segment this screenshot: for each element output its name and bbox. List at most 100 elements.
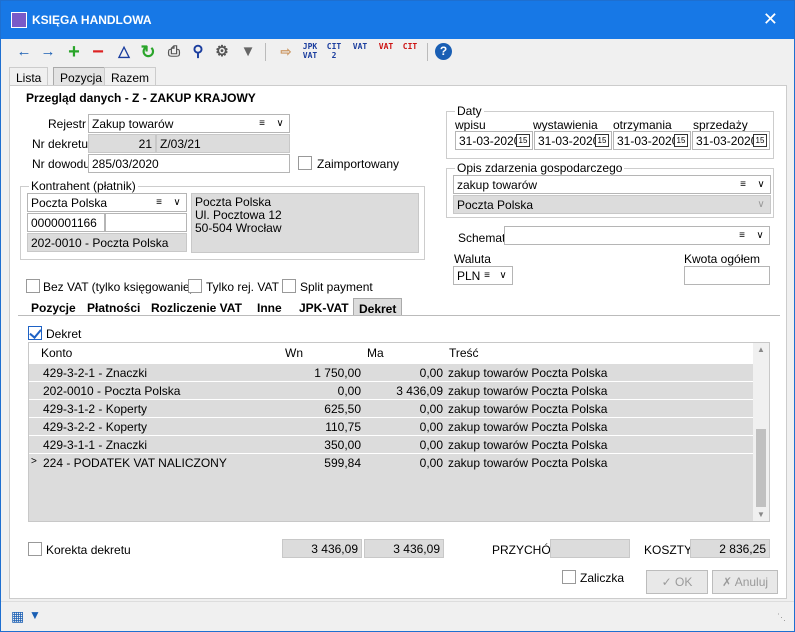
rejestr-value: Zakup towarów	[92, 117, 174, 131]
sprzedazy-value: 31-03-2020	[696, 134, 758, 148]
cell-wn: 110,75	[325, 420, 361, 434]
list-icon: ≡	[740, 179, 746, 190]
waluta-select[interactable]: PLN ≡ ∨	[453, 266, 513, 285]
calendar-icon[interactable]: 15	[753, 134, 767, 147]
filter-settings-icon[interactable]: ▼	[29, 608, 41, 622]
kontrahent-name: Poczta Polska	[31, 196, 108, 210]
check-icon: ✓	[661, 575, 672, 589]
tab-inne[interactable]: Inne	[252, 298, 287, 316]
kontrahent-code-extra[interactable]	[105, 213, 187, 232]
delete-icon[interactable]: −	[87, 41, 109, 63]
wystawienia-date[interactable]: 31-03-2020 15	[534, 131, 612, 150]
tab-rozliczenie-vat[interactable]: Rozliczenie VAT	[146, 298, 247, 316]
vat-alert-icon[interactable]: VAT	[375, 42, 397, 64]
table-row[interactable]: 429-3-1-1 - Znaczki 350,00 0,00 zakup to…	[29, 435, 753, 453]
calendar-icon[interactable]: 15	[674, 134, 688, 147]
tab-lista[interactable]: Lista	[9, 67, 49, 86]
calendar-icon[interactable]: 15	[516, 134, 530, 147]
print-icon[interactable]: ⎙	[163, 41, 185, 63]
cit-alert-icon[interactable]: CIT	[399, 42, 421, 64]
split-payment-label: Split payment	[300, 280, 373, 294]
opis-line2: Poczta Polska ∨	[453, 195, 771, 214]
rejestr-select[interactable]: Zakup towarów ≡ ∨	[88, 114, 290, 133]
dekret-checkbox[interactable]	[28, 326, 42, 340]
kwota-input[interactable]	[684, 266, 770, 285]
kontrahent-code[interactable]: 0000001166	[27, 213, 105, 232]
opis-line1-select[interactable]: zakup towarów ≡ ∨	[453, 175, 771, 194]
tab-pozycje[interactable]: Pozycje	[26, 298, 81, 316]
ok-button[interactable]: ✓ OK	[646, 570, 708, 594]
window-title: KSIĘGA HANDLOWA	[32, 13, 152, 27]
tab-platnosci[interactable]: Płatności	[82, 298, 145, 316]
kontrahent-select[interactable]: Poczta Polska ≡ ∨	[27, 193, 187, 212]
document-arrow-icon[interactable]: ⇨	[275, 41, 297, 63]
header-konto[interactable]: Konto	[41, 346, 72, 360]
toolbar: ← → + − △ ↻ ⎙ ⚲ ⚙ ▼ ⇨ JPK VAT CIT 2 VAT …	[1, 39, 794, 65]
scroll-down-icon[interactable]: ▼	[757, 510, 765, 519]
table-row[interactable]: 429-3-2-2 - Koperty 110,75 0,00 zakup to…	[29, 417, 753, 435]
header-ma[interactable]: Ma	[367, 346, 384, 360]
refresh-icon[interactable]: ↻	[137, 41, 159, 63]
wpisu-value: 31-03-2020	[459, 134, 521, 148]
bez-vat-checkbox[interactable]	[26, 279, 40, 293]
vat-doc-icon[interactable]: VAT	[349, 42, 371, 64]
cell-tresc: zakup towarów Poczta Polska	[448, 366, 608, 380]
split-payment-checkbox[interactable]	[282, 279, 296, 293]
resize-grip-icon[interactable]: ⋱	[777, 612, 786, 623]
opis-line2-text: Poczta Polska	[457, 198, 534, 212]
table-row[interactable]: 202-0010 - Poczta Polska 0,00 3 436,09 z…	[29, 381, 753, 399]
filter-icon[interactable]: ▼	[237, 41, 259, 63]
cancel-button[interactable]: ✗ Anuluj	[712, 570, 778, 594]
grid-view-icon[interactable]: ▦	[11, 608, 24, 625]
cit2-icon[interactable]: CIT 2	[323, 42, 345, 64]
wpisu-label: wpisu	[455, 118, 486, 132]
settings-icon[interactable]: ⚙	[211, 41, 233, 63]
otrzymania-value: 31-03-2020	[617, 134, 679, 148]
add-icon[interactable]: +	[63, 41, 85, 63]
nr-dowodu-label: Nr dowodu	[32, 157, 91, 171]
calendar-icon[interactable]: 15	[595, 134, 609, 147]
korekta-label: Korekta dekretu	[46, 543, 131, 557]
korekta-checkbox[interactable]	[28, 542, 42, 556]
total-wn: 3 436,09	[282, 539, 362, 558]
wpisu-date[interactable]: 31-03-2020 15	[455, 131, 533, 150]
rejestr-label: Rejestr	[48, 117, 87, 131]
sprzedazy-date[interactable]: 31-03-2020 15	[692, 131, 770, 150]
wystawienia-label: wystawienia	[533, 118, 598, 132]
nr-dowodu-input[interactable]: 285/03/2020	[88, 154, 290, 173]
tylko-rej-checkbox[interactable]	[188, 279, 202, 293]
close-button[interactable]: ✕	[763, 9, 778, 29]
list-icon: ≡	[739, 230, 745, 241]
zaimportowany-label: Zaimportowany	[317, 157, 400, 171]
help-icon[interactable]: ?	[435, 43, 452, 60]
zaliczka-checkbox[interactable]	[562, 570, 576, 584]
scroll-thumb[interactable]	[756, 429, 766, 507]
kwota-label: Kwota ogółem	[684, 252, 761, 266]
table-row[interactable]: 429-3-1-2 - Koperty 625,50 0,00 zakup to…	[29, 399, 753, 417]
header-wn[interactable]: Wn	[285, 346, 303, 360]
header-tresc[interactable]: Treść	[449, 346, 479, 360]
tab-jpk-vat[interactable]: JPK-VAT	[294, 298, 354, 316]
table-row[interactable]: 429-3-2-1 - Znaczki 1 750,00 0,00 zakup …	[29, 363, 753, 381]
edit-triangle-icon[interactable]: △	[113, 41, 135, 63]
cell-wn: 350,00	[324, 438, 361, 452]
tab-dekret[interactable]: Dekret	[353, 298, 403, 316]
scroll-up-icon[interactable]: ▲	[757, 345, 765, 354]
otrzymania-date[interactable]: 31-03-2020 15	[613, 131, 691, 150]
cell-tresc: zakup towarów Poczta Polska	[448, 456, 608, 470]
row-pointer-icon: >	[31, 456, 37, 467]
table-row[interactable]: > 224 - PODATEK VAT NALICZONY 599,84 0,0…	[29, 453, 753, 471]
zaimportowany-checkbox[interactable]	[298, 156, 312, 170]
jpk-vat-icon[interactable]: JPK VAT	[299, 42, 321, 64]
cell-ma: 0,00	[419, 420, 443, 434]
cancel-icon: ✗	[721, 575, 733, 589]
search-icon[interactable]: ⚲	[187, 41, 209, 63]
tab-pozycja[interactable]: Pozycja	[53, 67, 110, 86]
schemat-select[interactable]: ≡ ∨	[504, 226, 770, 245]
vertical-scrollbar[interactable]: ▲ ▼	[753, 343, 769, 521]
forward-arrow-icon[interactable]: →	[37, 41, 59, 63]
tab-razem[interactable]: Razem	[104, 67, 157, 86]
back-arrow-icon[interactable]: ←	[13, 41, 35, 63]
page-title: Przegląd danych - Z - ZAKUP KRAJOWY	[26, 91, 256, 105]
cell-tresc: zakup towarów Poczta Polska	[448, 420, 608, 434]
